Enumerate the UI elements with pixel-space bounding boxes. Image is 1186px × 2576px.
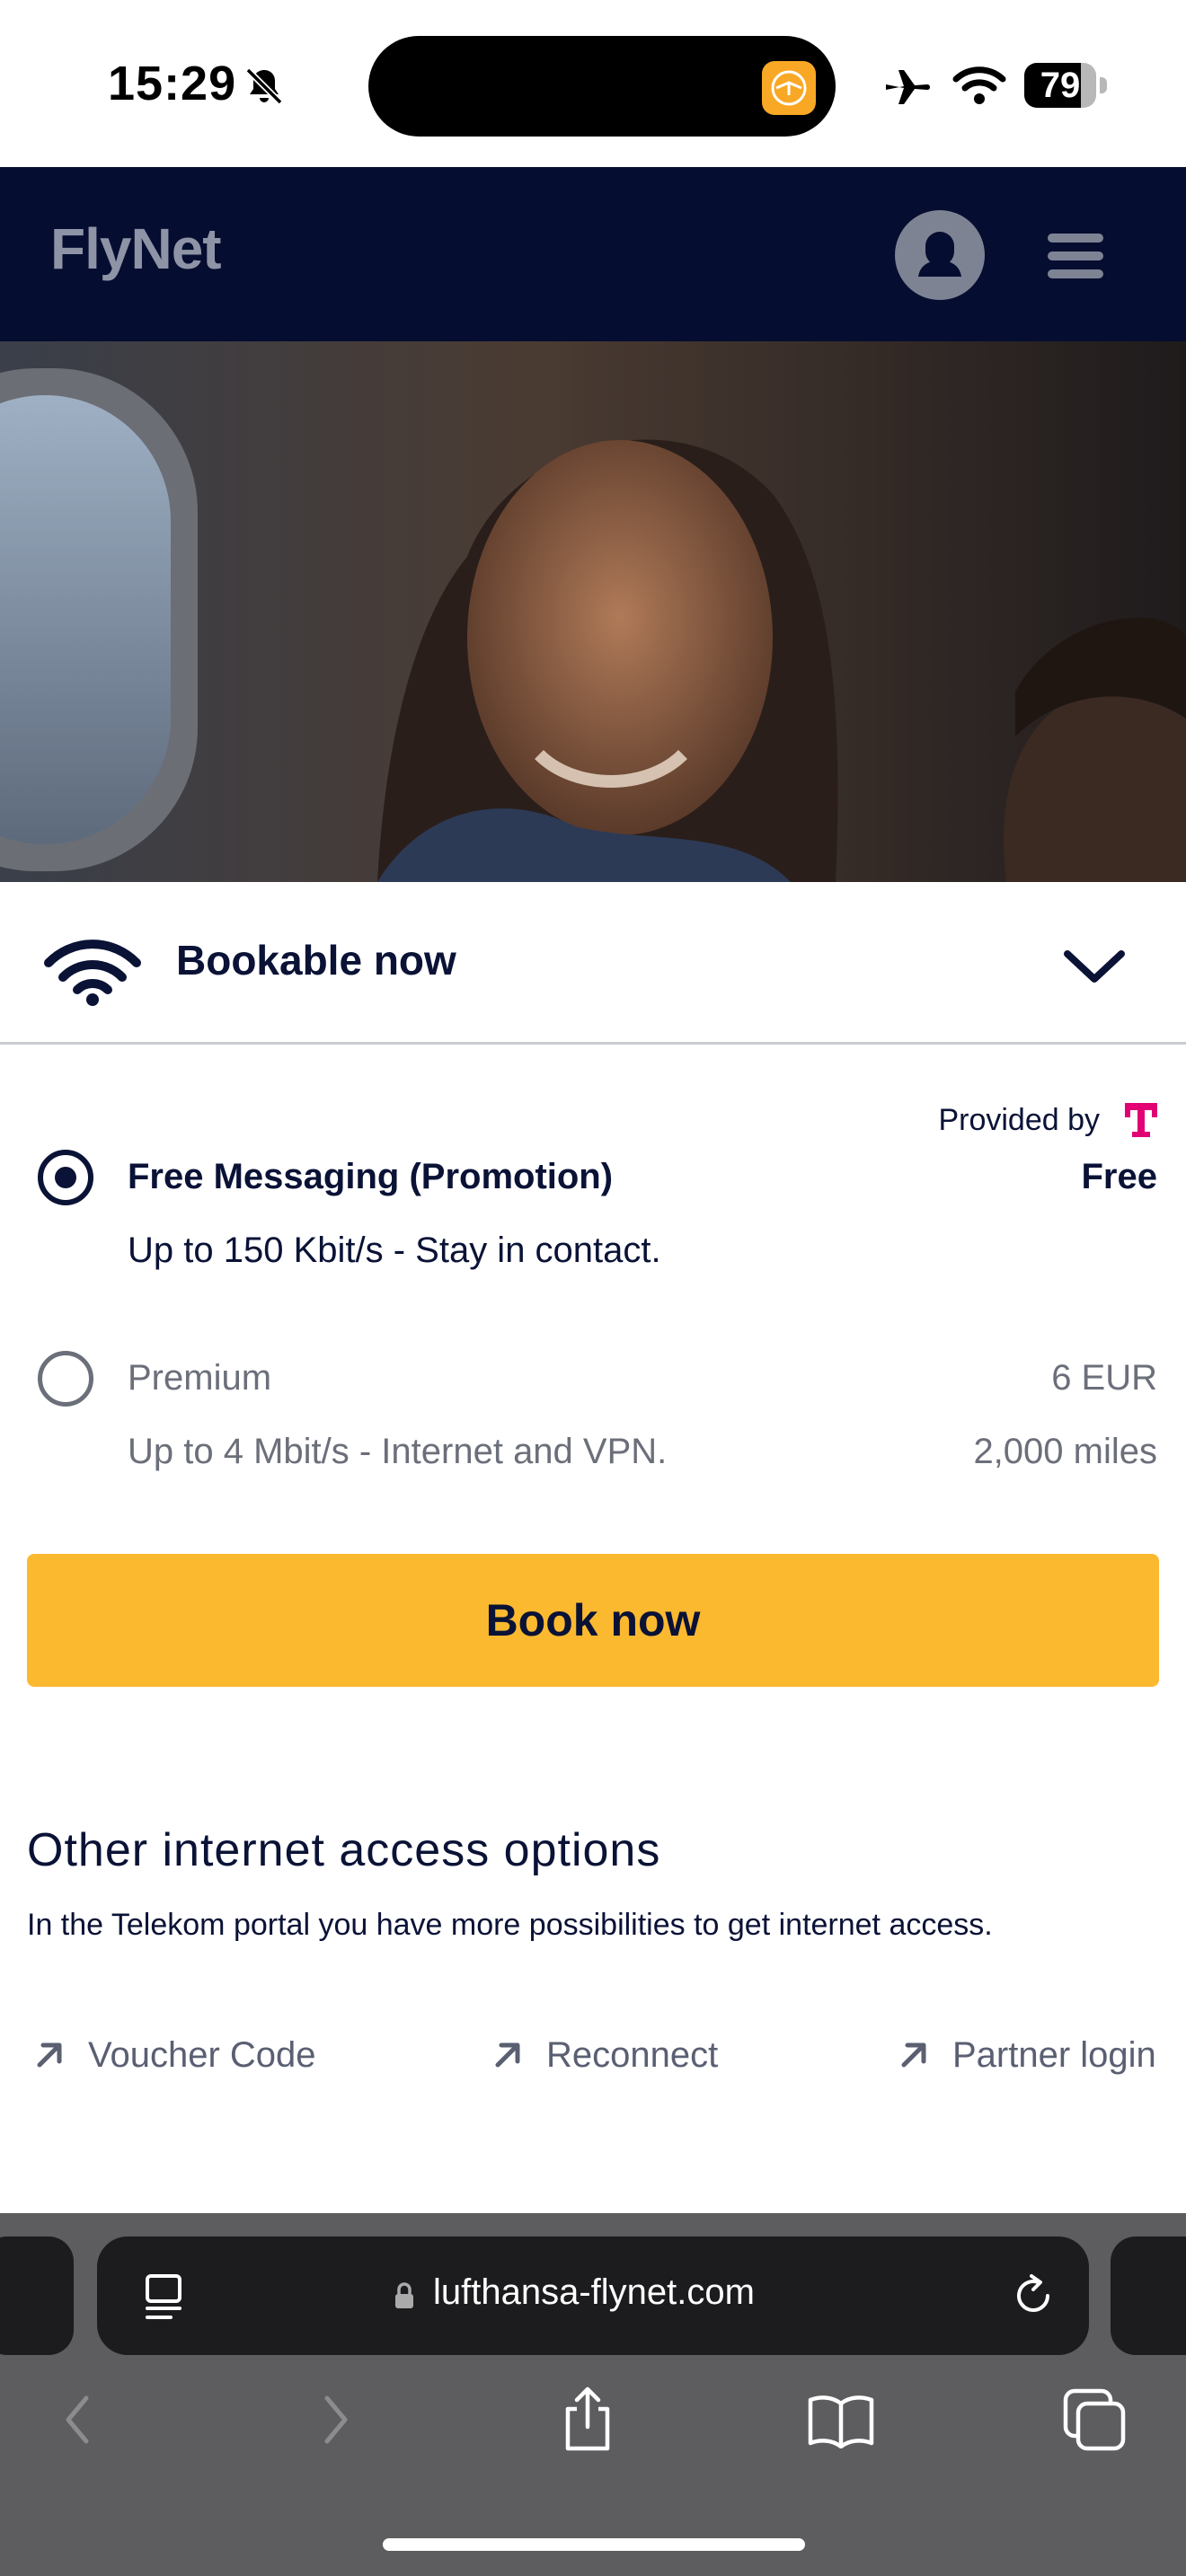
app-header: FlyNet [0, 167, 1186, 341]
account-button[interactable] [895, 210, 985, 300]
voucher-code-label: Voucher Code [88, 2034, 316, 2075]
forward-icon [324, 2395, 348, 2444]
reconnect-label: Reconnect [546, 2034, 719, 2075]
battery-level: 79 [1040, 66, 1081, 105]
arrow-up-right-icon [901, 2042, 926, 2068]
bookable-title: Bookable now [176, 937, 456, 984]
book-now-button[interactable]: Book now [27, 1554, 1159, 1687]
option-price-premium: 6 EUR [1051, 1358, 1157, 1398]
option-description-premium: Up to 4 Mbit/s - Internet and VPN. [128, 1432, 668, 1471]
voucher-code-link[interactable]: Voucher Code [34, 2028, 316, 2082]
browser-toolbar: lufthansa-flynet.com [0, 2213, 1186, 2576]
dynamic-island [368, 36, 836, 137]
radio-free-messaging[interactable] [38, 1150, 93, 1205]
menu-icon[interactable] [1044, 228, 1107, 284]
reader-icon[interactable] [142, 2272, 185, 2321]
option-description-free-messaging: Up to 150 Kbit/s - Stay in contact. [128, 1231, 661, 1270]
bell-slash-icon [245, 67, 283, 105]
share-button[interactable] [552, 2384, 624, 2456]
reconnect-link[interactable]: Reconnect [492, 2028, 718, 2082]
tabs-button[interactable] [1058, 2384, 1130, 2456]
option-name-premium[interactable]: Premium [128, 1358, 271, 1398]
account-icon [918, 232, 961, 277]
battery-icon: 79 [1024, 63, 1107, 108]
previous-tab-preview[interactable] [0, 2236, 74, 2355]
radio-premium[interactable] [38, 1351, 93, 1407]
arrow-up-right-icon [495, 2042, 520, 2068]
flynet-logo[interactable]: FlyNet [50, 216, 222, 282]
telekom-logo-icon [1125, 1103, 1157, 1137]
option-name-free-messaging[interactable]: Free Messaging (Promotion) [128, 1157, 613, 1197]
option-miles-premium: 2,000 miles [973, 1432, 1157, 1471]
status-time: 15:29 [108, 57, 237, 110]
partner-login-label: Partner login [952, 2034, 1156, 2075]
divider [0, 1042, 1186, 1045]
option-price-free-messaging: Free [1081, 1157, 1158, 1196]
share-icon [565, 2386, 610, 2451]
lock-icon [395, 2282, 413, 2308]
wifi-icon [44, 940, 141, 1006]
bookmarks-button[interactable] [805, 2384, 877, 2456]
bookable-panel-header[interactable]: Bookable now [0, 882, 1186, 1042]
other-options-description: In the Telekom portal you have more poss… [27, 1908, 993, 1942]
address-bar[interactable]: lufthansa-flynet.com [97, 2236, 1089, 2355]
other-options-title: Other internet access options [27, 1824, 661, 1876]
reload-icon[interactable] [1010, 2272, 1057, 2319]
arrow-up-right-icon [37, 2042, 62, 2068]
status-bar: 15:29 79 [0, 0, 1186, 167]
bookmarks-icon [808, 2395, 874, 2448]
provided-by-label: Provided by [938, 1103, 1100, 1137]
hero-image [0, 341, 1186, 882]
home-indicator [383, 2538, 805, 2551]
url-text[interactable]: lufthansa-flynet.com [433, 2272, 755, 2313]
tabs-icon [1063, 2388, 1126, 2451]
chevron-down-icon[interactable] [1060, 945, 1128, 988]
lufthansa-app-icon[interactable] [762, 61, 816, 115]
airplane-icon [886, 70, 930, 104]
forward-button[interactable] [300, 2384, 372, 2456]
back-icon [66, 2395, 89, 2444]
partner-login-link[interactable]: Partner login [898, 2028, 1156, 2082]
wifi-icon [952, 66, 1006, 104]
next-tab-preview[interactable] [1111, 2236, 1186, 2355]
back-button[interactable] [41, 2384, 113, 2456]
